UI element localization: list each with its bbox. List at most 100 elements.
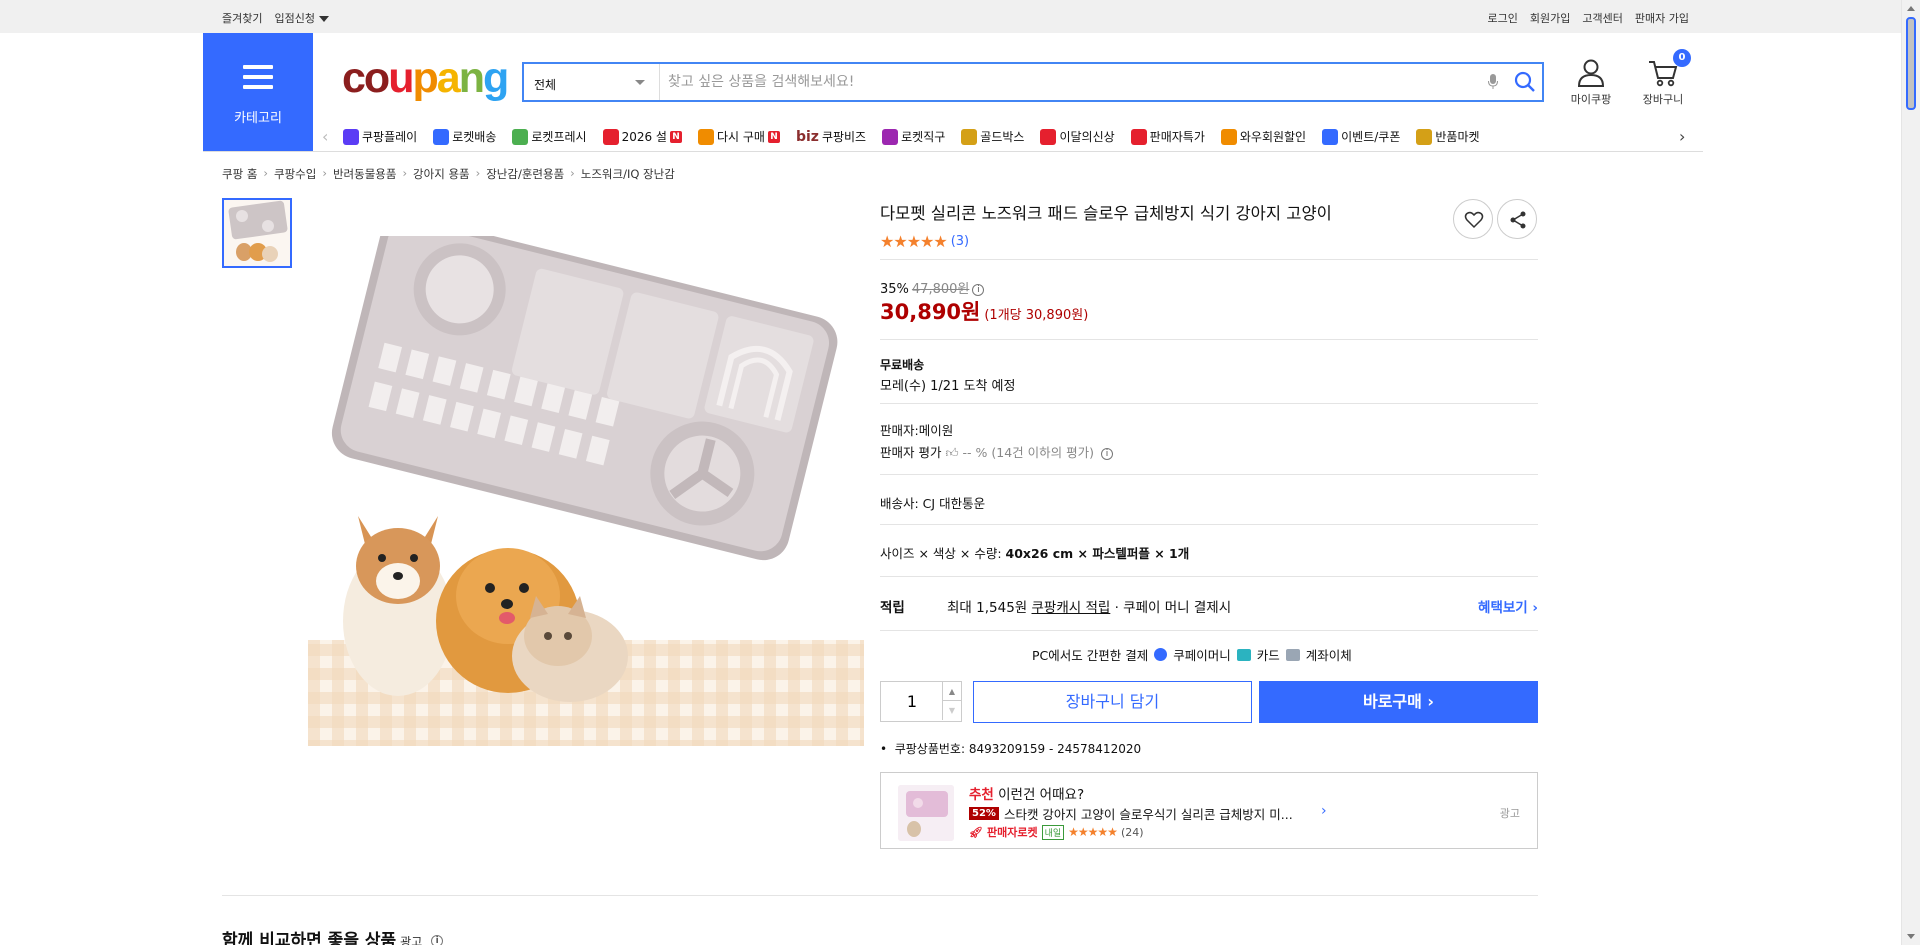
- breadcrumb-item[interactable]: 반려동물용품: [333, 166, 396, 182]
- nav-item-11[interactable]: 이벤트/쿠폰: [1322, 128, 1400, 145]
- add-to-cart-button[interactable]: 장바구니 담기: [973, 681, 1252, 723]
- breadcrumb-item[interactable]: 쿠팡수입: [274, 166, 316, 182]
- nav-next-icon[interactable]: ›: [1679, 127, 1685, 146]
- info-icon[interactable]: i: [431, 935, 444, 945]
- quantity-up-icon[interactable]: ▲: [942, 682, 961, 701]
- breadcrumb: 쿠팡 홈 › 쿠팡수입 › 반려동물용품 › 강아지 용품 › 장난감/훈련용품 › 노즈워크/IQ…: [222, 166, 675, 182]
- arrival-date: 모레(수) 1/21 도착 예정: [880, 379, 1016, 394]
- recommendation-meta: 🚀︎ 판매자로켓 내일 ★★★★★ (24): [969, 824, 1144, 840]
- new-arrival-icon: [1040, 128, 1057, 145]
- nav-item-label: 반품마켓: [1435, 130, 1480, 144]
- search-bar: 전체: [522, 62, 1544, 102]
- coupay-money-icon: [1154, 648, 1168, 661]
- login-link[interactable]: 로그인: [1488, 10, 1518, 26]
- share-button[interactable]: [1497, 199, 1537, 239]
- microphone-icon[interactable]: [1488, 74, 1498, 90]
- nav-item-8[interactable]: 이달의신상: [1040, 128, 1115, 145]
- buy-now-button[interactable]: 바로구매 ›: [1259, 681, 1538, 723]
- product-thumbnail[interactable]: [222, 198, 292, 268]
- reward-label: 적립: [880, 600, 905, 616]
- price-value: 30,890원: [880, 300, 981, 324]
- compare-title: 함께 비교하면 좋을 상품: [222, 931, 397, 945]
- signup-link[interactable]: 회원가입: [1530, 10, 1570, 26]
- nav-item-2[interactable]: 로켓프레시: [512, 128, 587, 145]
- cart-count-badge: 0: [1673, 49, 1691, 67]
- shortcut-nav: ‹ 쿠팡플레이 로켓배송 로켓프레시 2026 설 N 다시 구매 N biz 쿠팡비즈 로켓직구…: [313, 122, 1703, 150]
- divider: [880, 403, 1538, 404]
- biz-icon: biz: [795, 128, 819, 145]
- coupang-cash-link[interactable]: 쿠팡캐시 적립: [1032, 600, 1111, 616]
- seller-name[interactable]: 판매자:메이원: [880, 420, 953, 439]
- section-divider: [222, 895, 1538, 896]
- nav-item-6[interactable]: 로켓직구: [882, 128, 945, 145]
- category-menu-button[interactable]: 카테고리: [203, 33, 313, 151]
- tomorrow-badge: 내일: [1041, 824, 1065, 840]
- nav-item-0[interactable]: 쿠팡플레이: [343, 128, 417, 145]
- nav-item-9[interactable]: 판매자특가: [1130, 128, 1205, 145]
- recommendation-name[interactable]: 스타캣 강아지 고양이 슬로우식기 실리콘 급체방지 미...: [1004, 804, 1293, 823]
- recommendation-card[interactable]: 추천 이런건 어때요? 52% 스타캣 강아지 고양이 슬로우식기 실리콘 급체…: [880, 772, 1538, 849]
- quantity-down-icon[interactable]: ▼: [942, 701, 961, 720]
- info-icon[interactable]: i: [972, 283, 985, 296]
- favorites-link[interactable]: 즐겨찾기: [222, 10, 262, 26]
- breadcrumb-item[interactable]: 강아지 용품: [413, 166, 470, 182]
- chevron-right-icon[interactable]: ›: [1321, 803, 1327, 819]
- my-coupang-button[interactable]: 마이쿠팡: [1564, 58, 1618, 107]
- courier: 배송사: CJ 대한통운: [880, 496, 986, 511]
- nav-item-10[interactable]: 와우회원할인: [1220, 128, 1307, 145]
- nav-item-12[interactable]: 반품마켓: [1416, 128, 1480, 145]
- apply-seller-dropdown[interactable]: 입점신청: [274, 10, 329, 26]
- rating-count[interactable]: (3): [951, 234, 969, 249]
- wishlist-button[interactable]: [1453, 199, 1493, 239]
- pay-method-transfer: 계좌이체: [1305, 648, 1352, 663]
- nav-item-7[interactable]: 골드박스: [961, 128, 1024, 145]
- user-icon: [1577, 59, 1605, 87]
- breadcrumb-item[interactable]: 쿠팡 홈: [222, 166, 257, 182]
- scroll-down-icon[interactable]: [1907, 934, 1915, 939]
- recommendation-title: 추천 이런건 어때요?: [969, 783, 1084, 803]
- seller-signup-link[interactable]: 판매자 가입: [1635, 10, 1689, 26]
- recommendation-name-row: 52% 스타캣 강아지 고양이 슬로우식기 실리콘 급체방지 미...: [969, 804, 1293, 823]
- scroll-up-icon[interactable]: [1907, 6, 1915, 11]
- divider: [880, 474, 1538, 475]
- search-icon[interactable]: [1514, 71, 1536, 93]
- shortcut-list: 쿠팡플레이 로켓배송 로켓프레시 2026 설 N 다시 구매 N biz 쿠팡비즈 로켓직구 골드…: [343, 128, 1480, 145]
- scroll-thumb[interactable]: [1906, 17, 1916, 110]
- nav-item-5[interactable]: biz 쿠팡비즈: [796, 128, 866, 145]
- nav-item-4[interactable]: 다시 구매 N: [697, 128, 780, 145]
- page-scrollbar[interactable]: [1901, 0, 1920, 945]
- rocket-icon: 🚀︎: [969, 825, 983, 839]
- benefit-link[interactable]: 혜택보기 ›: [1478, 596, 1538, 616]
- divider: [880, 630, 1538, 631]
- nav-prev-icon[interactable]: ‹: [322, 127, 328, 146]
- breadcrumb-item[interactable]: 노즈워크/IQ 장난감: [581, 166, 675, 182]
- top-utility-bar: 즐겨찾기 입점신청 로그인 회원가입 고객센터 판매자 가입: [0, 0, 1901, 33]
- customer-center-link[interactable]: 고객센터: [1582, 10, 1622, 26]
- search-input[interactable]: [668, 68, 1468, 96]
- compare-ad-label: 광고: [400, 935, 423, 945]
- bank-transfer-icon: [1285, 648, 1300, 661]
- ad-label: 광고: [1499, 807, 1520, 820]
- nav-item-label: 쿠팡비즈: [821, 130, 867, 144]
- cart-button[interactable]: 0 장바구니: [1635, 49, 1691, 107]
- search-scope-select[interactable]: 전체: [524, 64, 660, 100]
- rating[interactable]: ★★★★★ (3): [880, 232, 969, 251]
- seller-rating-value: -- % (14건 이하의 평가): [962, 445, 1094, 460]
- quantity-input[interactable]: [882, 683, 942, 720]
- breadcrumb-separator-icon: ›: [475, 166, 481, 180]
- rocket-icon: [433, 128, 450, 145]
- rating-stars-icon: ★★★★★: [880, 232, 948, 251]
- reward-amount: 최대 1,545원: [947, 600, 1032, 616]
- chevron-down-icon: [635, 80, 645, 85]
- nav-item-3[interactable]: 2026 설N: [602, 128, 682, 145]
- coupon-icon: [1322, 128, 1339, 145]
- recommendation-discount: 52%: [969, 807, 999, 820]
- breadcrumb-separator-icon: ›: [263, 166, 269, 180]
- nav-item-label: 와우회원할인: [1239, 130, 1307, 144]
- nav-item-1[interactable]: 로켓배송: [433, 128, 496, 145]
- breadcrumb-item[interactable]: 장난감/훈련용품: [486, 166, 564, 182]
- category-label: 카테고리: [234, 111, 282, 126]
- coupang-logo[interactable]: coupang: [342, 54, 509, 103]
- info-icon[interactable]: i: [1100, 447, 1113, 460]
- rocket-global-icon: [882, 128, 899, 145]
